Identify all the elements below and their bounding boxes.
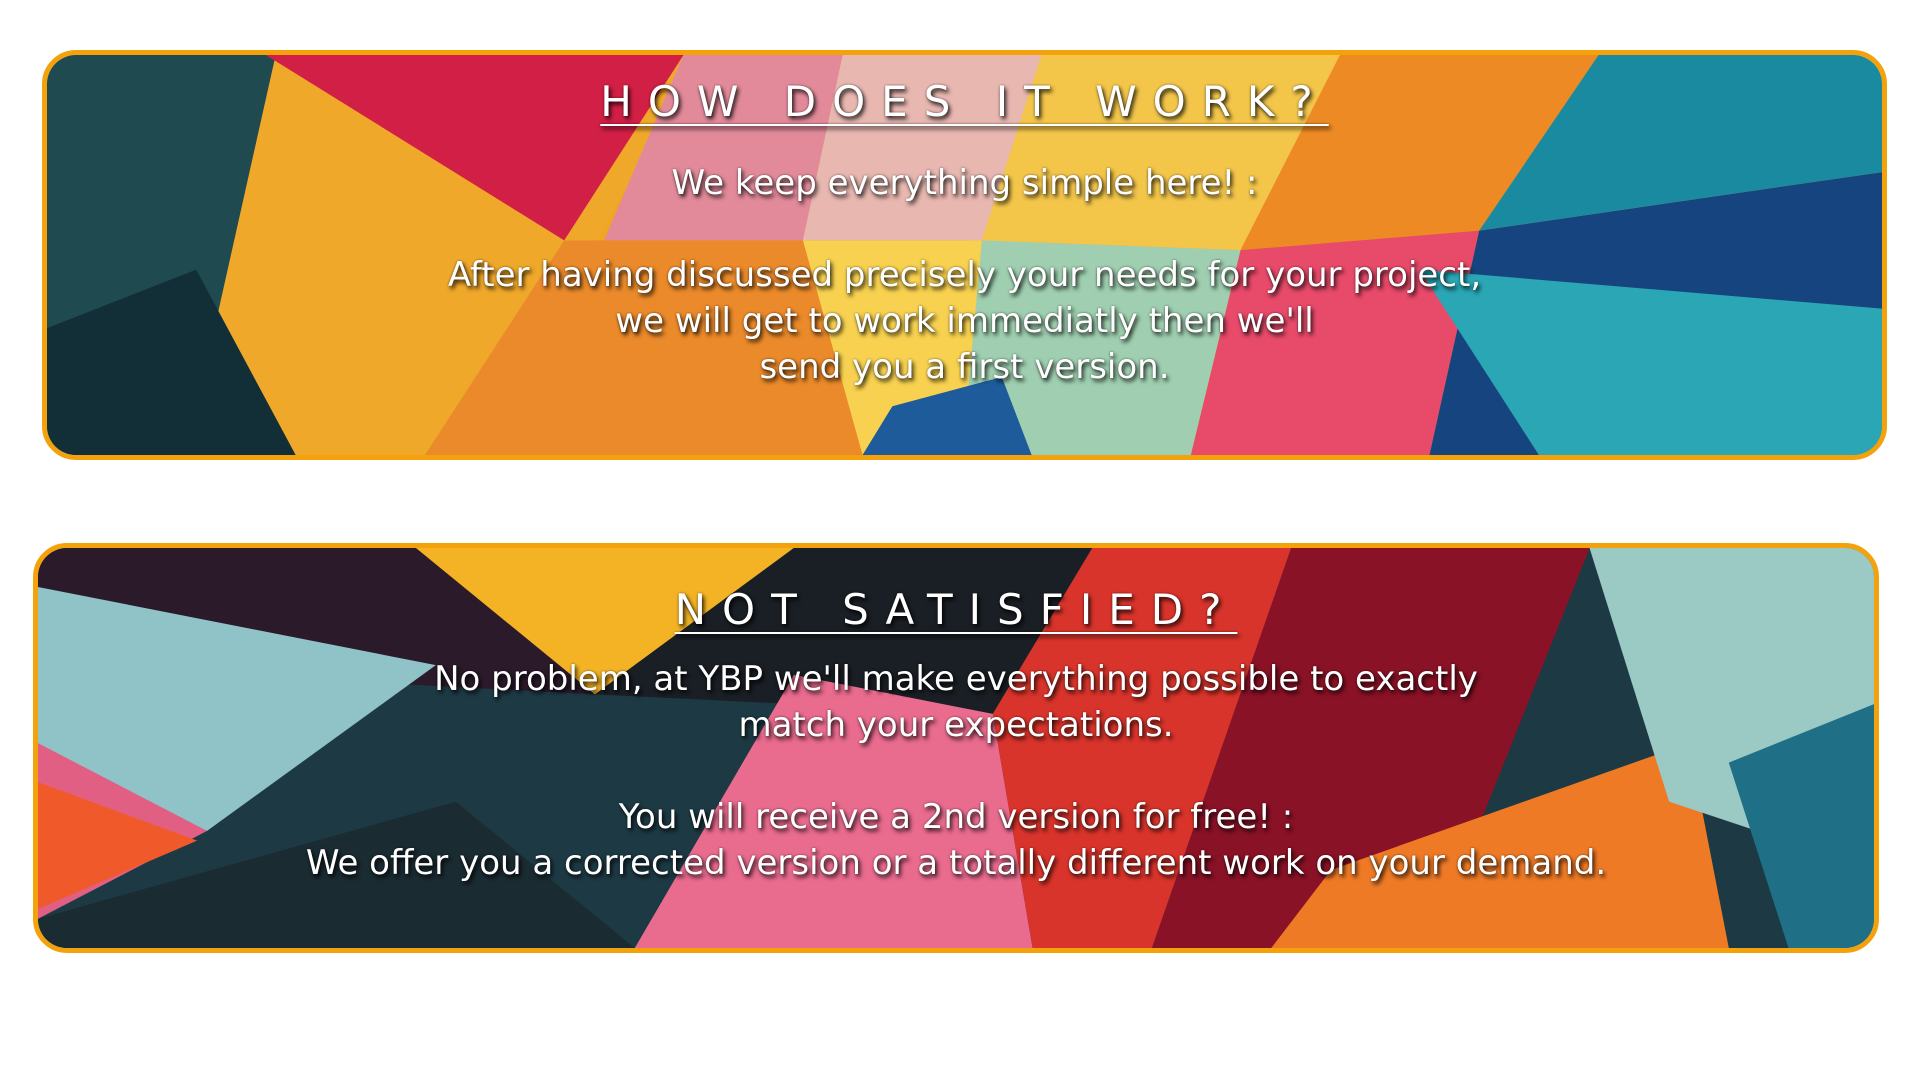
not-satisfied-line: You will receive a 2nd version for free!…	[618, 797, 1294, 837]
not-satisfied-body: No problem, at YBP we'll make everything…	[38, 656, 1874, 886]
how-it-works-line: send you a first version.	[759, 347, 1170, 387]
how-it-works-content: HOW DOES IT WORK? We keep everything sim…	[47, 55, 1882, 455]
how-it-works-title: HOW DOES IT WORK?	[600, 77, 1329, 126]
not-satisfied-line: We offer you a corrected version or a to…	[305, 843, 1607, 883]
not-satisfied-panel: NOT SATISFIED? No problem, at YBP we'll …	[33, 543, 1879, 953]
how-it-works-intro: We keep everything simple here! :	[671, 163, 1258, 203]
not-satisfied-intro-line: No problem, at YBP we'll make everything…	[434, 659, 1478, 699]
not-satisfied-content: NOT SATISFIED? No problem, at YBP we'll …	[38, 548, 1874, 948]
how-it-works-line: we will get to work immediatly then we'l…	[615, 301, 1314, 341]
page: HOW DOES IT WORK? We keep everything sim…	[0, 0, 1920, 1080]
not-satisfied-title: NOT SATISFIED?	[674, 585, 1238, 634]
not-satisfied-intro-line: match your expectations.	[738, 705, 1174, 745]
how-it-works-panel: HOW DOES IT WORK? We keep everything sim…	[42, 50, 1887, 460]
how-it-works-line: After having discussed precisely your ne…	[447, 255, 1482, 295]
how-it-works-body: We keep everything simple here! : After …	[47, 160, 1882, 390]
